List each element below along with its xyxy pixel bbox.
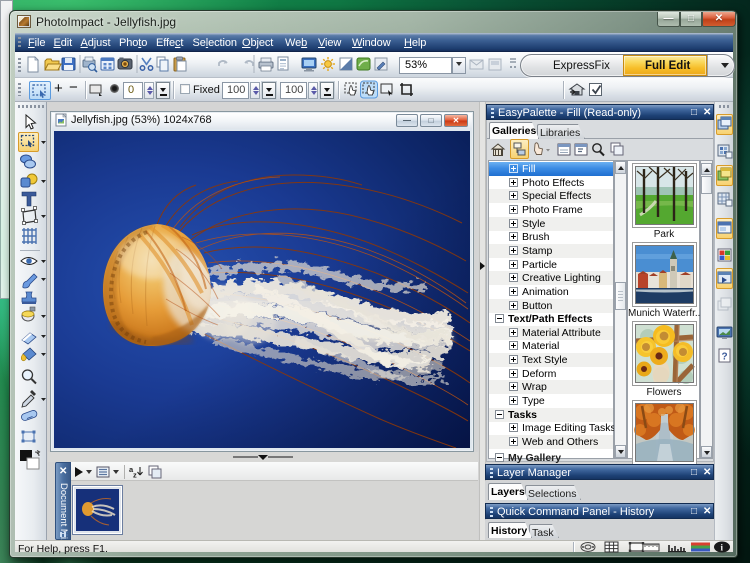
svg-text:z: z: [133, 471, 137, 480]
svg-text:?: ?: [722, 352, 728, 363]
